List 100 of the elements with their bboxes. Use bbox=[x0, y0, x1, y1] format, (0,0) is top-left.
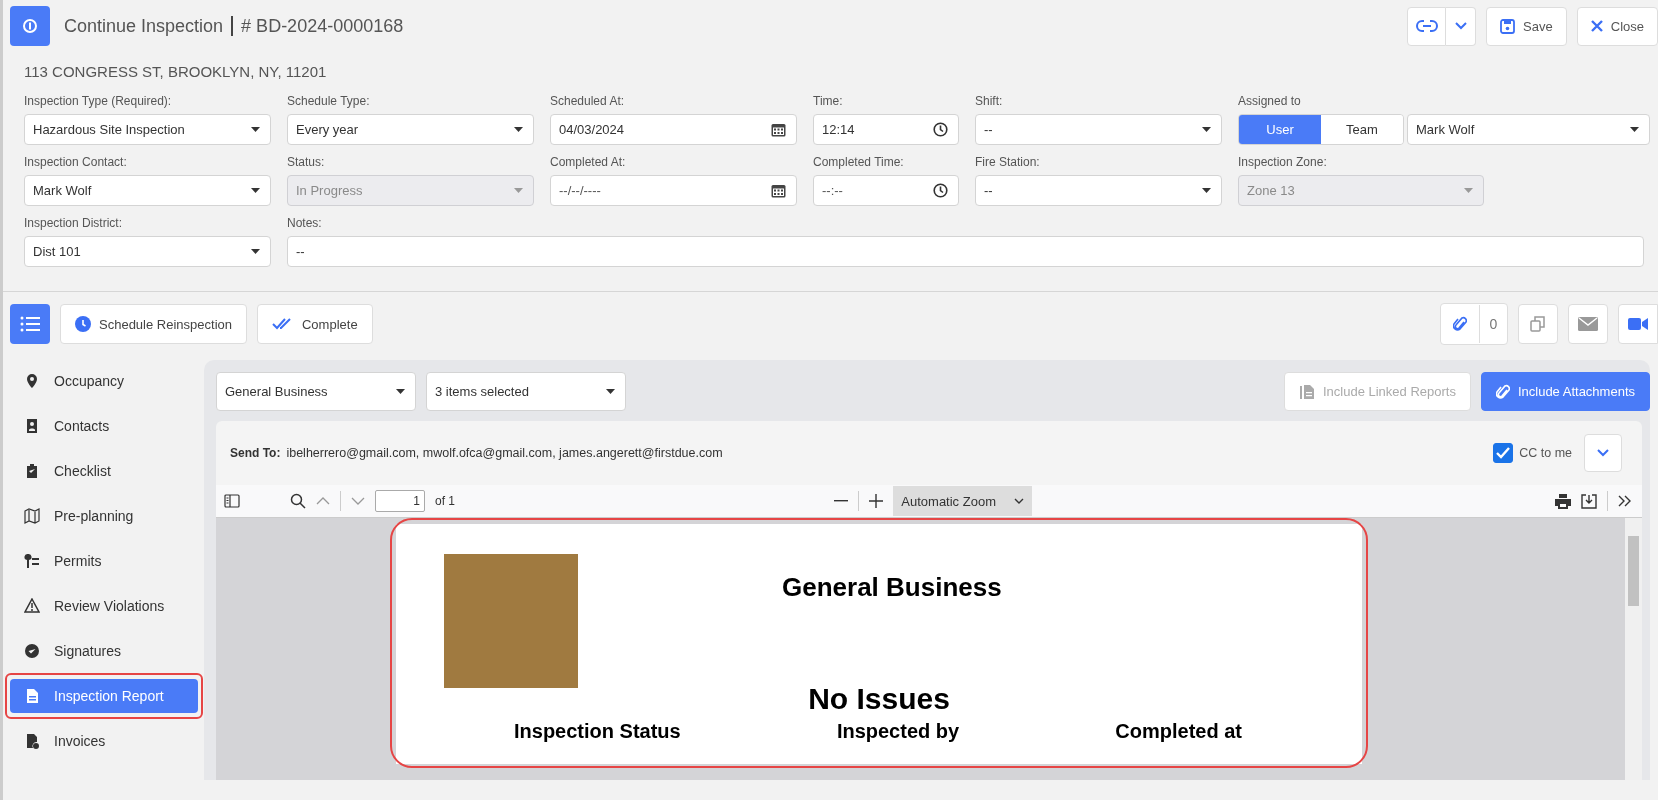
sidebar-item[interactable]: Checklist bbox=[10, 454, 198, 488]
field-label: Schedule Type: bbox=[287, 94, 371, 108]
schedule-reinspection-button[interactable]: Schedule Reinspection bbox=[60, 304, 247, 344]
link-icon bbox=[1415, 20, 1438, 32]
assignee-select[interactable]: Mark Wolf bbox=[1407, 114, 1650, 145]
previous-page-icon[interactable] bbox=[316, 497, 330, 505]
field-label: Scheduled At: bbox=[550, 94, 626, 108]
paperclip-icon bbox=[1453, 315, 1467, 333]
app-logo-button[interactable] bbox=[10, 6, 50, 46]
field-label: Completed Time: bbox=[813, 155, 905, 169]
assign-toggle-tab[interactable]: Team bbox=[1321, 115, 1403, 144]
caret-icon bbox=[1630, 127, 1639, 132]
page-count: of 1 bbox=[435, 494, 455, 508]
select-field[interactable]: -- bbox=[975, 114, 1222, 145]
sidebar-item[interactable]: Inspection Report bbox=[10, 679, 198, 713]
select-field[interactable]: Mark Wolf bbox=[24, 175, 271, 206]
caret-icon bbox=[251, 127, 260, 132]
report-filter-select[interactable]: 3 items selected bbox=[426, 372, 626, 411]
report-column-heading: Inspection Status bbox=[514, 720, 681, 742]
date-field[interactable]: 04/03/2024 bbox=[550, 114, 797, 145]
copy-icon bbox=[1530, 316, 1546, 332]
calendar-icon bbox=[771, 183, 786, 198]
sidebar-item[interactable]: Occupancy bbox=[10, 364, 198, 398]
clipboard-icon bbox=[24, 463, 40, 479]
sidebar-item[interactable]: Pre-planning bbox=[10, 499, 198, 533]
field-label: Completed At: bbox=[550, 155, 627, 169]
documents-icon bbox=[1298, 383, 1315, 400]
time-field[interactable]: 12:14 bbox=[813, 114, 959, 145]
chevron-down-icon bbox=[1597, 449, 1609, 457]
attachment-count: 0 bbox=[1479, 305, 1507, 343]
paperclip-icon bbox=[1495, 382, 1510, 401]
caret-icon bbox=[251, 188, 260, 193]
close-icon bbox=[1590, 20, 1603, 32]
download-icon[interactable] bbox=[1581, 493, 1597, 509]
video-button[interactable] bbox=[1618, 304, 1658, 344]
sidebar-item[interactable]: Contacts bbox=[10, 409, 198, 443]
cc-checkbox[interactable] bbox=[1493, 443, 1514, 463]
field-label: Inspection Contact: bbox=[24, 155, 128, 169]
select-field[interactable]: -- bbox=[975, 175, 1222, 206]
zoom-in-icon[interactable] bbox=[869, 494, 884, 508]
field-label: Inspection Type (Required): bbox=[24, 94, 173, 108]
map-icon bbox=[24, 508, 40, 524]
caret-icon bbox=[606, 389, 615, 394]
report-filter-select[interactable]: General Business bbox=[216, 372, 416, 411]
power-icon bbox=[22, 18, 38, 34]
report-column-heading: Inspected by bbox=[836, 720, 960, 742]
property-address: 113 CONGRESS ST, BROOKLYN, NY, 11201 bbox=[23, 62, 328, 80]
select-field[interactable]: Hazardous Site Inspection bbox=[24, 114, 271, 145]
field-label: Inspection District: bbox=[24, 216, 124, 230]
zoom-select[interactable]: Automatic Zoom bbox=[893, 486, 1032, 516]
select-field[interactable]: Every year bbox=[287, 114, 534, 145]
report-heading: No Issues bbox=[807, 682, 951, 716]
email-button[interactable] bbox=[1568, 304, 1608, 344]
page-title: Continue Inspection bbox=[64, 15, 224, 37]
key-list-icon bbox=[24, 553, 40, 569]
field-label: Notes: bbox=[287, 216, 323, 230]
sidebar-item[interactable]: Invoices bbox=[10, 724, 198, 758]
include-attachments-button[interactable]: Include Attachments bbox=[1480, 372, 1650, 411]
video-camera-icon bbox=[1628, 318, 1648, 330]
scrollbar[interactable] bbox=[1625, 518, 1642, 780]
search-icon[interactable] bbox=[290, 493, 306, 509]
sidebar-toggle-icon[interactable] bbox=[224, 494, 240, 508]
chevron-down-icon bbox=[1454, 22, 1467, 30]
caret-icon bbox=[1202, 127, 1211, 132]
warning-icon bbox=[24, 598, 40, 614]
calendar-icon bbox=[771, 122, 786, 137]
link-button[interactable] bbox=[1407, 6, 1447, 46]
sidebar-item[interactable]: Review Violations bbox=[10, 589, 198, 623]
page-number-field[interactable]: 1 bbox=[375, 490, 425, 512]
envelope-icon bbox=[1578, 317, 1598, 331]
send-to-label: Send To: bbox=[230, 446, 281, 460]
print-icon[interactable] bbox=[1555, 493, 1571, 509]
field-label: Assigned to bbox=[1238, 94, 1302, 108]
caret-icon bbox=[514, 127, 523, 132]
map-pin-icon bbox=[24, 373, 40, 389]
double-chevron-icon[interactable] bbox=[1618, 495, 1632, 507]
clock-icon bbox=[933, 183, 948, 198]
notes-field[interactable]: -- bbox=[287, 236, 1644, 267]
chevron-down-icon bbox=[1013, 498, 1024, 504]
next-page-icon[interactable] bbox=[351, 497, 365, 505]
date-field[interactable]: --/--/---- bbox=[550, 175, 797, 206]
select-field[interactable]: Dist 101 bbox=[24, 236, 271, 267]
sidebar-item[interactable]: Signatures bbox=[10, 634, 198, 668]
sidebar-item[interactable]: Permits bbox=[10, 544, 198, 578]
field-label: Fire Station: bbox=[975, 155, 1041, 169]
dropdown-button[interactable] bbox=[1446, 6, 1477, 46]
close-button[interactable]: Close bbox=[1576, 6, 1658, 46]
caret-icon bbox=[514, 188, 523, 193]
caret-icon bbox=[1202, 188, 1211, 193]
document-icon bbox=[24, 688, 40, 704]
clock-icon bbox=[75, 316, 91, 332]
field-label: Inspection Zone: bbox=[1238, 155, 1328, 169]
field-label: Status: bbox=[287, 155, 326, 169]
assign-toggle-tab[interactable]: User bbox=[1239, 115, 1321, 144]
field-label: Time: bbox=[813, 94, 844, 108]
menu-button[interactable] bbox=[10, 304, 50, 344]
complete-button[interactable]: Complete bbox=[257, 304, 373, 344]
save-button[interactable]: Save bbox=[1486, 6, 1567, 46]
record-number: # BD-2024-0000168 bbox=[241, 15, 404, 37]
time-field[interactable]: --:-- bbox=[813, 175, 959, 206]
